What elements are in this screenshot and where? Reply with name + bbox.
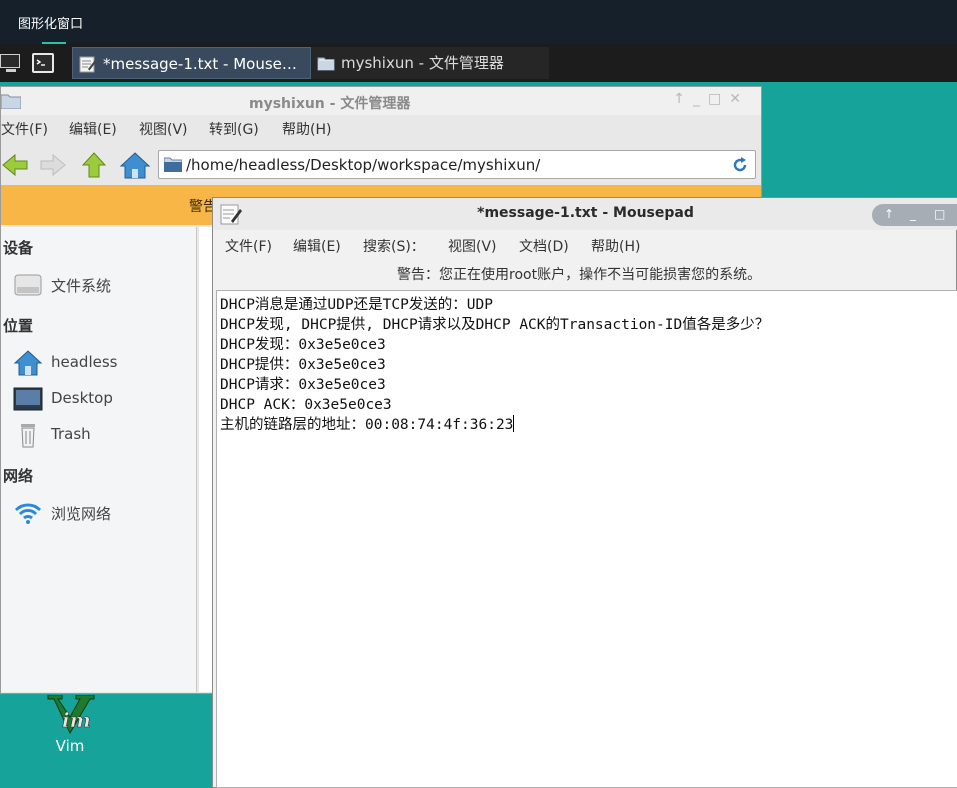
sidebar-item-label: 浏览网络 (51, 505, 112, 523)
text-caret (513, 415, 515, 432)
menu-file[interactable]: 文件(F) (225, 236, 272, 256)
minimize-icon[interactable]: _ (910, 207, 916, 221)
sidebar-item-label: 文件系统 (51, 277, 112, 295)
minimize-icon[interactable]: _ (693, 91, 708, 107)
taskbar: *message-1.txt - Mouse… myshixun - 文件管理器 (0, 44, 957, 82)
vim-label: Vim (55, 737, 85, 755)
taskbar-item-file-manager[interactable]: myshixun - 文件管理器 (311, 47, 549, 79)
menu-document[interactable]: 文档(D) (519, 236, 569, 256)
trash-icon (21, 424, 35, 448)
maximize-icon[interactable]: □ (934, 207, 945, 221)
editor-line: DHCP提供：0x3e5e0ce3 (220, 357, 386, 373)
location-toolbar: /home/headless/Desktop/workspace/myshixu… (1, 147, 761, 183)
mousepad-window: *message-1.txt - Mousepad ↑ _ □ 文件(F) 编辑… (212, 197, 957, 788)
menu-view[interactable]: 视图(V) (448, 236, 497, 256)
home-icon (13, 350, 43, 376)
app-header: 图形化窗口 (0, 0, 957, 44)
taskbar-item-label: myshixun - 文件管理器 (341, 54, 504, 72)
editor-line-with-caret: 主机的链路层的地址：00:08:74:4f:36:23 (220, 413, 515, 434)
menu-help[interactable]: 帮助(H) (591, 236, 640, 256)
taskbar-item-mousepad[interactable]: *message-1.txt - Mouse… (72, 47, 311, 79)
editor-line-text: 主机的链路层的地址：00:08:74:4f:36:23 (220, 417, 514, 433)
folder-icon (317, 57, 335, 71)
app-title: 图形化窗口 (18, 17, 84, 32)
sidebar-item-label: Desktop (51, 389, 113, 407)
address-path: /home/headless/Desktop/workspace/myshixu… (186, 156, 541, 174)
text-editor-icon (79, 56, 97, 73)
devices-heading: 设备 (3, 239, 34, 257)
editor-line: DHCP消息是通过UDP还是TCP发送的：UDP (220, 297, 493, 313)
menu-search[interactable]: 搜索(S)： (363, 236, 425, 256)
places-sidebar: 设备 文件系统 位置 headless Desktop Trash 网络 浏览网… (1, 227, 197, 692)
reload-icon[interactable] (731, 156, 749, 174)
text-editor-area[interactable]: DHCP消息是通过UDP还是TCP发送的：UDP DHCP发现, DHCP提供,… (216, 290, 957, 788)
forward-arrow-icon[interactable] (39, 153, 67, 177)
mousepad-titlebar[interactable]: *message-1.txt - Mousepad ↑ _ □ (213, 198, 957, 230)
menu-file[interactable]: 文件(F) (1, 119, 48, 139)
editor-line: DHCP ACK：0x3e5e0ce3 (220, 397, 392, 413)
menu-view[interactable]: 视图(V) (139, 119, 188, 139)
window-title: *message-1.txt - Mousepad (477, 205, 694, 221)
network-heading: 网络 (3, 467, 34, 485)
address-bar[interactable]: /home/headless/Desktop/workspace/myshixu… (158, 150, 756, 179)
root-warning: 警告：您正在使用root账户，操作不当可能损害您的系统。 (397, 267, 762, 283)
editor-line: DHCP发现：0x3e5e0ce3 (220, 337, 386, 353)
taskbar-item-label: *message-1.txt - Mouse… (103, 55, 297, 73)
svg-text:im: im (62, 708, 91, 732)
window-title: myshixun - 文件管理器 (249, 96, 411, 112)
home-icon[interactable] (119, 151, 151, 179)
file-manager-titlebar[interactable]: myshixun - 文件管理器 ↑_□✕ (1, 87, 761, 115)
editor-line: DHCP发现, DHCP提供, DHCP请求以及DHCP ACK的Transac… (220, 317, 770, 333)
maximize-icon[interactable]: □ (708, 91, 729, 107)
menu-edit[interactable]: 编辑(E) (69, 119, 117, 139)
close-icon[interactable]: ✕ (729, 91, 749, 107)
places-heading: 位置 (3, 317, 34, 335)
wifi-icon (14, 503, 42, 524)
editor-line: DHCP请求：0x3e5e0ce3 (220, 377, 386, 393)
back-arrow-icon[interactable] (1, 153, 29, 177)
up-arrow-icon[interactable] (81, 151, 107, 179)
desktop-icon (13, 387, 43, 411)
keep-above-icon[interactable]: ↑ (884, 207, 894, 221)
sidebar-item-label: headless (51, 353, 118, 371)
window-controls: ↑ _ □ (872, 204, 957, 226)
drive-icon (14, 274, 42, 296)
menu-go[interactable]: 转到(G) (209, 119, 259, 139)
menu-help[interactable]: 帮助(H) (282, 119, 331, 139)
sidebar-item-label: Trash (51, 425, 91, 443)
terminal-icon[interactable] (31, 52, 55, 74)
menu-edit[interactable]: 编辑(E) (293, 236, 341, 256)
vim-icon[interactable]: im (40, 695, 100, 735)
folder-icon (164, 157, 182, 172)
keep-above-icon[interactable]: ↑ (673, 91, 693, 107)
show-desktop-icon[interactable] (0, 52, 24, 74)
window-controls: ↑_□✕ (673, 91, 749, 107)
folder-icon (1, 94, 21, 109)
